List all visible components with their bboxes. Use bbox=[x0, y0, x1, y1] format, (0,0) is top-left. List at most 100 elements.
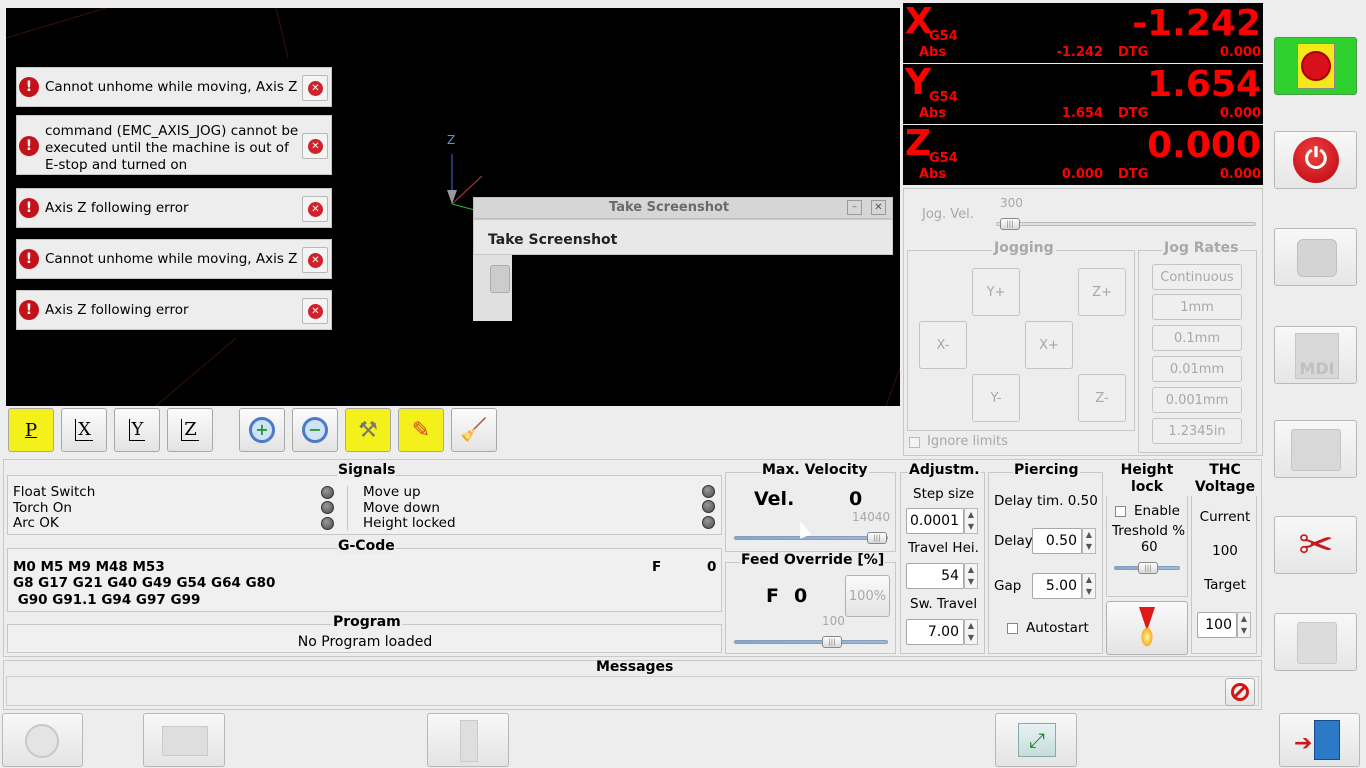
feed-override-title: Feed Override [%] bbox=[740, 552, 886, 568]
signal-arc-ok: Arc OK bbox=[13, 515, 59, 531]
signal-move-up: Move up bbox=[363, 484, 421, 500]
thc-target-label: Target bbox=[1204, 577, 1246, 593]
delay-label: Delay bbox=[994, 533, 1033, 549]
manual-mode-button[interactable] bbox=[1274, 228, 1357, 286]
home-all-button[interactable] bbox=[2, 713, 83, 767]
exit-button[interactable]: ➔ bbox=[1279, 713, 1360, 767]
clear-messages-button[interactable] bbox=[1225, 678, 1255, 706]
program-status: No Program loaded bbox=[297, 634, 433, 650]
step-size-input[interactable]: 0.0001 bbox=[906, 508, 964, 534]
switch-travel-stepper[interactable]: ▲ ▼ bbox=[964, 619, 978, 645]
gap-input[interactable]: 5.00 bbox=[1032, 573, 1082, 599]
power-button[interactable]: ⏻ bbox=[1274, 131, 1357, 189]
estop-button[interactable] bbox=[1274, 37, 1357, 95]
jog-zminus-button[interactable]: Z- bbox=[1078, 374, 1126, 422]
error-icon: ! bbox=[19, 198, 39, 218]
zoom-in-button[interactable]: + bbox=[239, 408, 285, 452]
user-button[interactable] bbox=[1274, 613, 1357, 671]
height-lock-enable-label: Enable bbox=[1134, 503, 1180, 519]
notification-text: Cannot unhome while moving, Axis Z bbox=[45, 79, 298, 95]
piercing-title: Piercing bbox=[1013, 462, 1080, 478]
thc-target-stepper[interactable]: ▲ ▼ bbox=[1237, 612, 1251, 638]
max-velocity-slider[interactable] bbox=[734, 536, 888, 540]
view-y-button[interactable]: Y bbox=[114, 408, 160, 452]
jog-yminus-button[interactable]: Y- bbox=[972, 374, 1020, 422]
show-path-button[interactable]: ✎ bbox=[398, 408, 444, 452]
touch-off-button[interactable] bbox=[143, 713, 225, 767]
view-x-button[interactable]: X bbox=[61, 408, 107, 452]
dialog-minimize-button[interactable]: – bbox=[847, 200, 862, 215]
max-velocity-handle[interactable]: ||| bbox=[867, 532, 887, 544]
close-notification-button[interactable]: ✕ bbox=[302, 133, 328, 159]
jog-xminus-button[interactable]: X- bbox=[919, 321, 967, 369]
delay-input[interactable]: 0.50 bbox=[1032, 528, 1082, 554]
notification-text: Axis Z following error bbox=[45, 200, 189, 216]
ignore-limits-checkbox[interactable] bbox=[909, 437, 920, 448]
notification-4: ! Cannot unhome while moving, Axis Z ✕ bbox=[16, 239, 332, 279]
estop-icon bbox=[1297, 43, 1335, 89]
notification-5: ! Axis Z following error ✕ bbox=[16, 290, 332, 330]
x-position: -1.242 bbox=[1132, 3, 1261, 44]
rate-inch-button[interactable]: 1.2345in bbox=[1152, 418, 1242, 444]
rate-0001mm-button[interactable]: 0.001mm bbox=[1152, 387, 1242, 413]
treshold-handle[interactable]: ||| bbox=[1138, 562, 1158, 574]
signals-title: Signals bbox=[337, 462, 397, 478]
thc-target-input[interactable]: 100 bbox=[1197, 612, 1237, 638]
auto-mode-button[interactable] bbox=[1274, 420, 1357, 478]
float-switch-led bbox=[321, 486, 334, 499]
settings-button[interactable]: ✂ bbox=[1274, 516, 1357, 574]
thc-title: THC Voltage bbox=[1191, 462, 1259, 496]
rate-001mm-button[interactable]: 0.01mm bbox=[1152, 356, 1242, 382]
torch-tool-button[interactable] bbox=[427, 713, 509, 767]
treshold-value: 60 bbox=[1141, 540, 1158, 555]
dro-z: Z G54 0.000 Abs 0.000 DTG 0.000 bbox=[903, 123, 1263, 185]
jog-zplus-button[interactable]: Z+ bbox=[1078, 268, 1126, 316]
height-lock-enable-checkbox[interactable] bbox=[1115, 506, 1126, 517]
travel-height-stepper[interactable]: ▲ ▼ bbox=[964, 563, 978, 589]
ruler-tool-icon: ⚒ bbox=[358, 417, 378, 443]
autostart-checkbox[interactable] bbox=[1007, 623, 1018, 634]
dialog-heading: Take Screenshot bbox=[488, 232, 618, 248]
view-p-button[interactable]: P bbox=[8, 408, 54, 452]
close-icon: ✕ bbox=[308, 304, 323, 319]
feed-reset-button[interactable]: 100% bbox=[845, 575, 890, 617]
feed-override-handle[interactable]: ||| bbox=[822, 636, 842, 648]
fixture-icon bbox=[162, 726, 208, 756]
close-notification-button[interactable]: ✕ bbox=[302, 298, 328, 324]
torch-button[interactable] bbox=[1106, 601, 1188, 655]
step-size-stepper[interactable]: ▲ ▼ bbox=[964, 508, 978, 534]
rate-1mm-button[interactable]: 1mm bbox=[1152, 294, 1242, 320]
zoom-out-button[interactable]: − bbox=[292, 408, 338, 452]
close-icon: ✕ bbox=[308, 253, 323, 268]
travel-height-input[interactable]: 54 bbox=[906, 563, 964, 589]
feed-override-slider[interactable] bbox=[734, 640, 888, 644]
signal-torch-on: Torch On bbox=[13, 500, 72, 516]
adjust-title: Adjustm. bbox=[908, 462, 981, 478]
view-z-button[interactable]: Z bbox=[167, 408, 213, 452]
gap-label: Gap bbox=[994, 578, 1022, 594]
gap-stepper[interactable]: ▲ ▼ bbox=[1082, 573, 1096, 599]
rate-continuous-button[interactable]: Continuous bbox=[1152, 264, 1242, 290]
torch-icon bbox=[1137, 607, 1157, 649]
jog-rates-title: Jog Rates bbox=[1162, 240, 1241, 256]
show-dimensions-button[interactable]: ⚒ bbox=[345, 408, 391, 452]
clear-plot-button[interactable]: 🧹 bbox=[451, 408, 497, 452]
dialog-close-button[interactable]: ✕ bbox=[871, 200, 886, 215]
jog-xplus-button[interactable]: X+ bbox=[1025, 321, 1073, 369]
arc-ok-led bbox=[321, 517, 334, 530]
feed-slider-value: 100 bbox=[822, 614, 845, 628]
rate-01mm-button[interactable]: 0.1mm bbox=[1152, 325, 1242, 351]
switch-travel-input[interactable]: 7.00 bbox=[906, 619, 964, 645]
jog-velocity-slider[interactable] bbox=[996, 222, 1256, 226]
jog-velocity-handle[interactable]: ||| bbox=[1000, 218, 1020, 230]
close-notification-button[interactable]: ✕ bbox=[302, 196, 328, 222]
fullscreen-button[interactable]: ⤢ bbox=[995, 713, 1077, 767]
close-notification-button[interactable]: ✕ bbox=[302, 247, 328, 273]
jog-velocity-label: Jog. Vel. bbox=[922, 207, 974, 222]
close-notification-button[interactable]: ✕ bbox=[302, 75, 328, 101]
dro-x: X G54 -1.242 Abs -1.242 DTG 0.000 bbox=[903, 1, 1263, 63]
home-target-icon bbox=[25, 724, 59, 758]
delay-stepper[interactable]: ▲ ▼ bbox=[1082, 528, 1096, 554]
jog-yplus-button[interactable]: Y+ bbox=[972, 268, 1020, 316]
mdi-mode-button[interactable]: MDI bbox=[1274, 326, 1357, 384]
